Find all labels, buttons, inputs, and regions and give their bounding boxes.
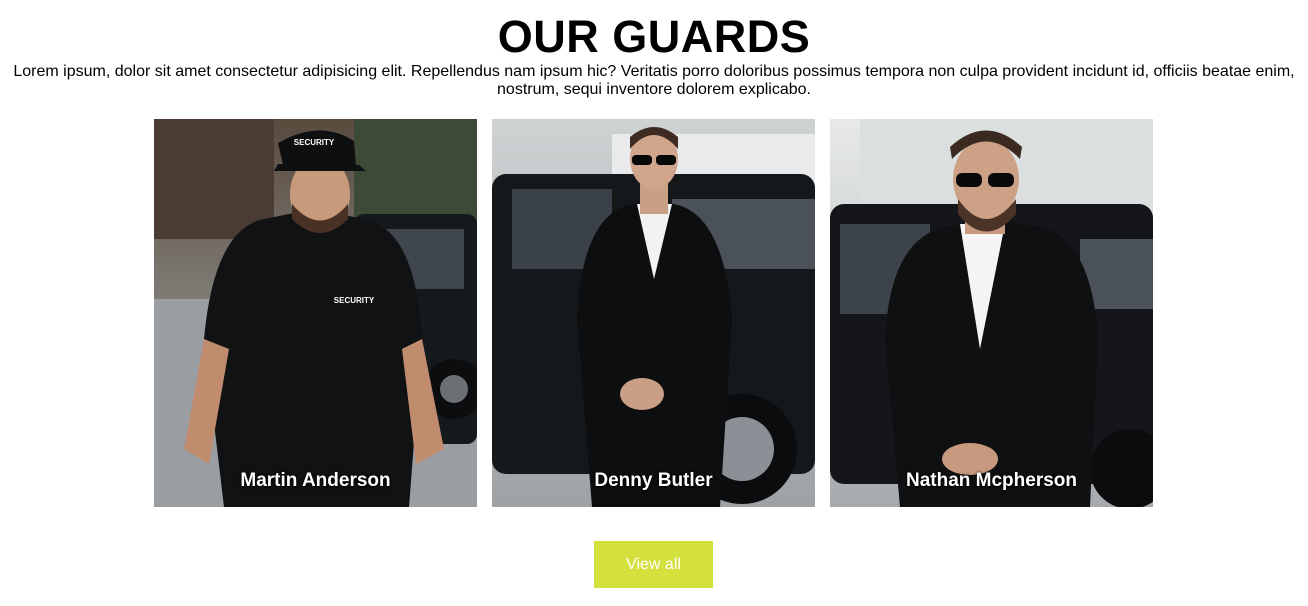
view-all-button[interactable]: View all [594, 541, 713, 588]
section-intro: Lorem ipsum, dolor sit amet consectetur … [13, 63, 1295, 98]
guard-photo [830, 119, 1153, 507]
guard-photo [492, 119, 815, 507]
guard-card-denny[interactable]: Denny Butler [492, 119, 815, 507]
guard-name: Nathan Mcpherson [905, 470, 1078, 491]
cap-security-text: SECURITY [294, 138, 335, 147]
guard-name: Denny Butler [594, 470, 713, 491]
guard-card-martin[interactable]: SECURITY SECURITY Martin Anderson [154, 119, 477, 507]
guard-photo: SECURITY SECURITY [154, 119, 477, 507]
guard-name: Martin Anderson [240, 470, 391, 491]
section-title: OUR GUARDS [497, 11, 811, 62]
shirt-security-text: SECURITY [334, 296, 375, 305]
guard-card-nathan[interactable]: Nathan Mcpherson [830, 119, 1153, 507]
